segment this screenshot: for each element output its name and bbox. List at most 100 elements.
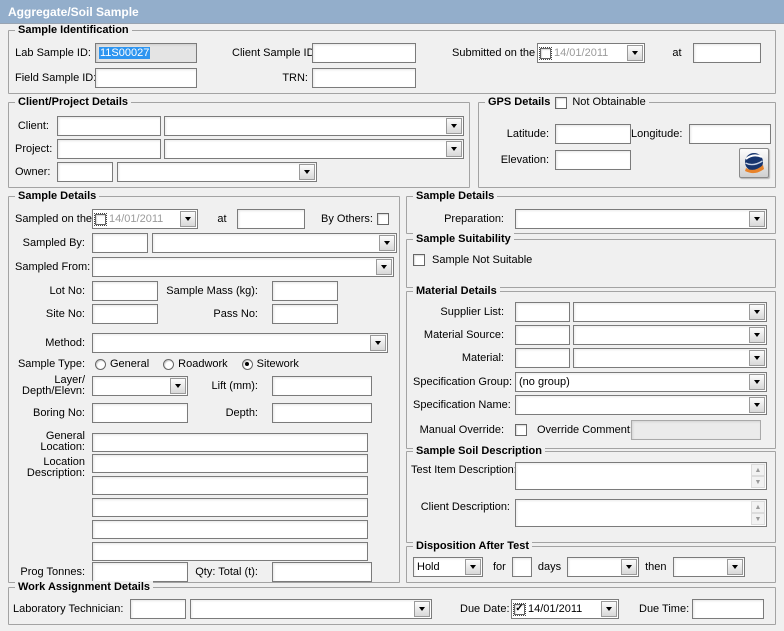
radio-sitework-label: Sitework bbox=[257, 358, 299, 370]
project-dropdown[interactable] bbox=[164, 139, 464, 159]
material-code-field[interactable] bbox=[515, 348, 570, 368]
row: Field Sample ID: TRN: bbox=[15, 68, 771, 88]
row: Specification Group: (no group) bbox=[413, 372, 771, 392]
sample-mass-field[interactable] bbox=[272, 281, 338, 301]
by-others-checkbox[interactable]: ✓ bbox=[377, 213, 389, 225]
location-description-line-3[interactable] bbox=[92, 498, 368, 517]
scroll-up-icon[interactable]: ▲ bbox=[751, 464, 765, 476]
lab-sample-id-field[interactable]: 11S00027 bbox=[95, 43, 197, 63]
due-time-field[interactable] bbox=[692, 599, 764, 619]
depth-field[interactable] bbox=[272, 403, 372, 423]
specification-group-dropdown-button[interactable] bbox=[749, 374, 765, 390]
scroll-down-icon[interactable]: ▼ bbox=[751, 513, 765, 525]
preparation-dropdown-button[interactable] bbox=[749, 211, 765, 227]
sampled-time-field[interactable] bbox=[237, 209, 305, 229]
manual-override-checkbox[interactable]: ✓ bbox=[515, 424, 527, 436]
specification-name-dropdown[interactable] bbox=[515, 395, 767, 415]
location-description-line-2[interactable] bbox=[92, 476, 368, 495]
radio-sitework[interactable] bbox=[242, 359, 253, 370]
longitude-field[interactable] bbox=[689, 124, 771, 144]
disposition-action-dropdown-button[interactable] bbox=[465, 559, 481, 575]
pass-no-field[interactable] bbox=[272, 304, 338, 324]
material-dropdown[interactable] bbox=[573, 348, 767, 368]
client-description-textarea[interactable]: ▲ ▼ bbox=[515, 499, 767, 527]
qty-total-field[interactable] bbox=[272, 562, 372, 582]
boring-no-field[interactable] bbox=[92, 403, 188, 423]
client-dropdown[interactable] bbox=[164, 116, 464, 136]
sampled-from-dropdown-button[interactable] bbox=[376, 259, 392, 275]
due-date-dropdown-button[interactable] bbox=[601, 601, 617, 617]
laboratory-technician-dropdown[interactable] bbox=[190, 599, 432, 619]
owner-dropdown[interactable] bbox=[117, 162, 317, 182]
group-gps-details: GPS Details ✓ Not Obtainable Latitude: L… bbox=[478, 102, 776, 188]
location-description-line-5[interactable] bbox=[92, 542, 368, 561]
sampled-on-label: Sampled on the bbox=[15, 213, 89, 225]
radio-roadwork[interactable] bbox=[163, 359, 174, 370]
project-code-field[interactable] bbox=[57, 139, 161, 159]
gps-not-obtainable-checkbox[interactable]: ✓ bbox=[555, 97, 567, 109]
lot-no-field[interactable] bbox=[92, 281, 158, 301]
layer-depth-dropdown-button[interactable] bbox=[170, 378, 186, 394]
owner-code-field[interactable] bbox=[57, 162, 113, 182]
lift-field[interactable] bbox=[272, 376, 372, 396]
prog-tonnes-field[interactable] bbox=[92, 562, 188, 582]
material-source-dropdown-button[interactable] bbox=[749, 327, 765, 343]
location-description-line-4[interactable] bbox=[92, 520, 368, 539]
then-dropdown[interactable] bbox=[673, 557, 745, 577]
gps-map-button[interactable] bbox=[739, 148, 769, 178]
radio-general[interactable] bbox=[95, 359, 106, 370]
submitted-date-checkbox[interactable]: ✓ bbox=[540, 48, 551, 59]
sample-not-suitable-checkbox[interactable]: ✓ bbox=[413, 254, 425, 266]
client-dropdown-button[interactable] bbox=[446, 118, 462, 134]
due-date-checkbox[interactable]: ✓ bbox=[514, 604, 525, 615]
sampled-date-picker[interactable]: ✓ 14/01/2011 bbox=[92, 209, 198, 229]
then-dropdown-button[interactable] bbox=[727, 559, 743, 575]
supplier-list-code-field[interactable] bbox=[515, 302, 570, 322]
site-no-field[interactable] bbox=[92, 304, 158, 324]
sampled-from-dropdown[interactable] bbox=[92, 257, 394, 277]
due-date-picker[interactable]: ✓ 14/01/2011 bbox=[511, 599, 619, 619]
radio-general-label: General bbox=[110, 358, 149, 370]
owner-dropdown-button[interactable] bbox=[299, 164, 315, 180]
method-dropdown-button[interactable] bbox=[370, 335, 386, 351]
days-dropdown[interactable] bbox=[567, 557, 639, 577]
client-code-field[interactable] bbox=[57, 116, 161, 136]
layer-depth-dropdown[interactable] bbox=[92, 376, 188, 396]
specification-group-dropdown[interactable]: (no group) bbox=[515, 372, 767, 392]
days-count-field[interactable] bbox=[512, 557, 532, 577]
supplier-list-dropdown-button[interactable] bbox=[749, 304, 765, 320]
test-item-description-textarea[interactable]: ▲ ▼ bbox=[515, 462, 767, 490]
days-dropdown-button[interactable] bbox=[621, 559, 637, 575]
scroll-down-icon[interactable]: ▼ bbox=[751, 476, 765, 488]
scroll-up-icon[interactable]: ▲ bbox=[751, 501, 765, 513]
preparation-dropdown[interactable] bbox=[515, 209, 767, 229]
elevation-field[interactable] bbox=[555, 150, 631, 170]
submitted-date-picker[interactable]: ✓ 14/01/2011 bbox=[537, 43, 645, 63]
client-sample-id-field[interactable] bbox=[312, 43, 416, 63]
override-comment-field[interactable] bbox=[631, 420, 761, 440]
laboratory-technician-code-field[interactable] bbox=[130, 599, 186, 619]
method-dropdown[interactable] bbox=[92, 333, 388, 353]
trn-field[interactable] bbox=[312, 68, 416, 88]
sampled-by-dropdown[interactable] bbox=[152, 233, 397, 253]
specification-name-dropdown-button[interactable] bbox=[749, 397, 765, 413]
material-dropdown-button[interactable] bbox=[749, 350, 765, 366]
sampled-by-dropdown-button[interactable] bbox=[379, 235, 395, 251]
material-source-code-field[interactable] bbox=[515, 325, 570, 345]
submitted-date-dropdown-button[interactable] bbox=[627, 45, 643, 61]
sampled-by-code-field[interactable] bbox=[92, 233, 148, 253]
location-description-line-1[interactable] bbox=[92, 454, 368, 473]
submitted-time-field[interactable] bbox=[693, 43, 761, 63]
disposition-action-dropdown[interactable]: Hold bbox=[413, 557, 483, 577]
material-source-dropdown[interactable] bbox=[573, 325, 767, 345]
laboratory-technician-dropdown-button[interactable] bbox=[414, 601, 430, 617]
project-dropdown-button[interactable] bbox=[446, 141, 462, 157]
general-location-field[interactable] bbox=[92, 433, 368, 452]
sampled-date-checkbox[interactable]: ✓ bbox=[95, 214, 106, 225]
field-sample-id-field[interactable] bbox=[95, 68, 197, 88]
legend-text: Disposition After Test bbox=[416, 540, 529, 553]
row: Location Description: bbox=[15, 454, 395, 562]
latitude-field[interactable] bbox=[555, 124, 631, 144]
sampled-date-dropdown-button[interactable] bbox=[180, 211, 196, 227]
supplier-list-dropdown[interactable] bbox=[573, 302, 767, 322]
